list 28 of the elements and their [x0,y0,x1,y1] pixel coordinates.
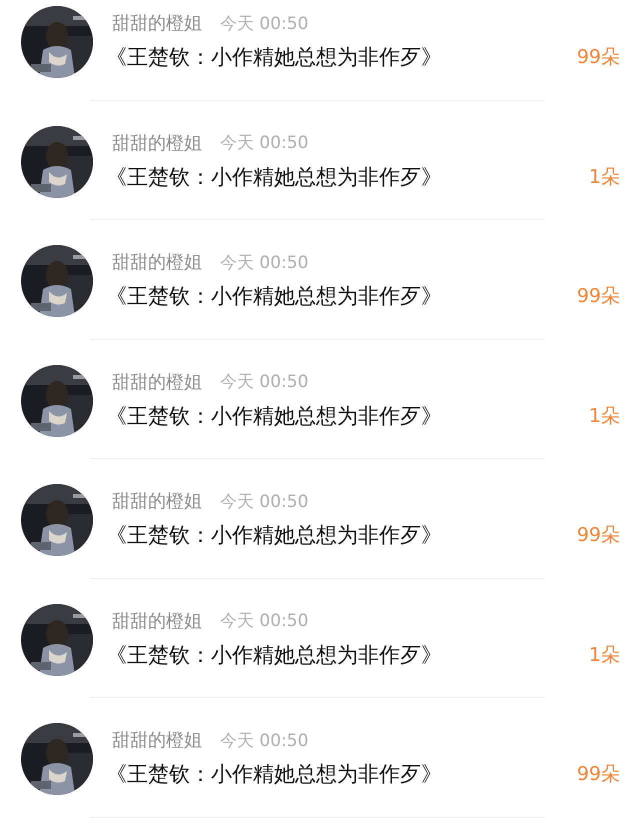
gift-count: 1朵 [588,164,620,190]
sender-name: 甜甜的橙姐 [112,370,202,394]
gift-count: 1朵 [588,404,620,428]
book-title: 《王楚钦：小作精她总想为非作歹》 [106,164,442,190]
book-title: 《王楚钦：小作精她总想为非作歹》 [106,402,442,430]
timestamp: 今天 00:50 [220,730,308,752]
gift-count: 99朵 [576,284,620,309]
sender-name: 甜甜的橙姐 [112,12,202,35]
timestamp: 今天 00:50 [220,371,308,393]
gift-count: 99朵 [576,45,620,70]
timestamp: 今天 00:50 [220,610,308,632]
timestamp: 今天 00:50 [220,490,308,512]
book-title: 《王楚钦：小作精她总想为非作歹》 [106,761,442,788]
sender-name: 甜甜的橙姐 [112,251,202,274]
gift-count: 99朵 [576,762,620,787]
book-title: 《王楚钦：小作精她总想为非作歹》 [106,522,442,549]
gift-count: 1朵 [588,642,620,668]
book-title: 《王楚钦：小作精她总想为非作歹》 [106,642,442,668]
timestamp: 今天 00:50 [220,132,308,154]
timestamp: 今天 00:50 [220,252,308,274]
book-title: 《王楚钦：小作精她总想为非作歹》 [106,283,442,310]
sender-name: 甜甜的橙姐 [112,490,202,513]
sender-name: 甜甜的橙姐 [112,729,202,752]
timestamp: 今天 00:50 [220,12,308,34]
gift-count: 99朵 [576,523,620,548]
book-title: 《王楚钦：小作精她总想为非作歹》 [106,44,442,71]
sender-name: 甜甜的橙姐 [112,610,202,632]
sender-name: 甜甜的橙姐 [112,132,202,154]
